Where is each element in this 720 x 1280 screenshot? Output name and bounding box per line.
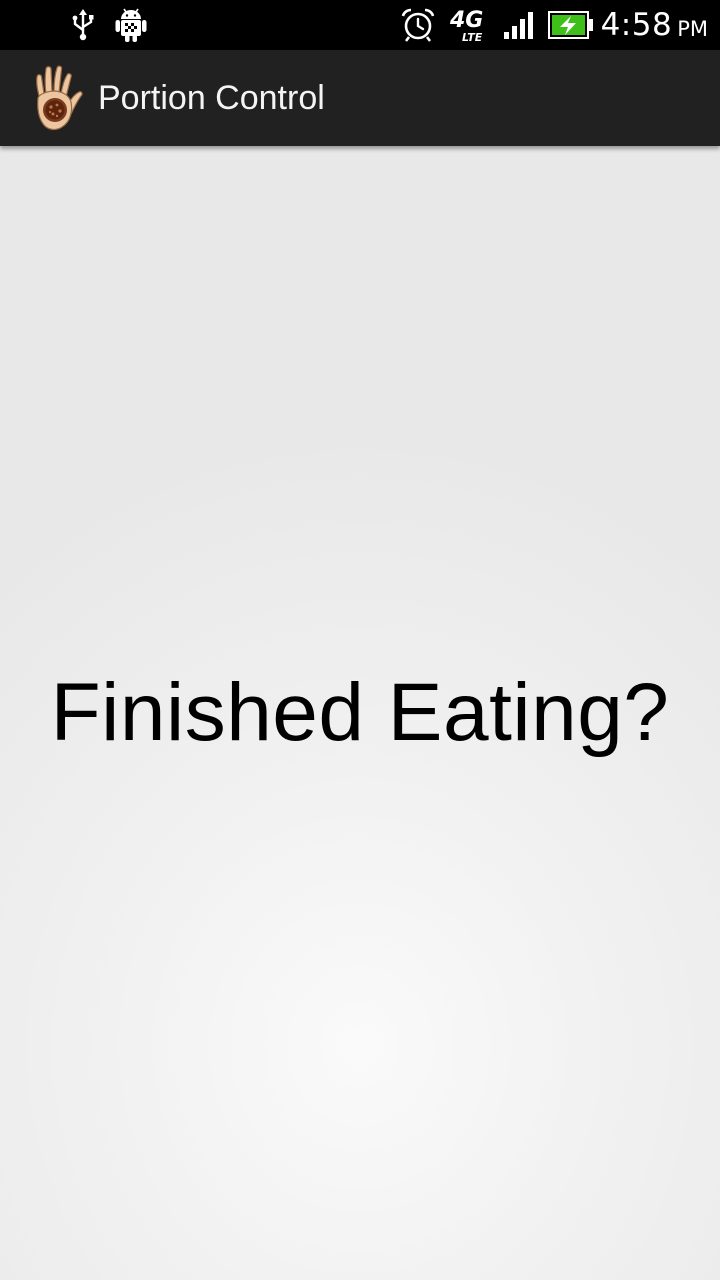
usb-icon bbox=[68, 0, 98, 50]
finished-eating-prompt[interactable]: Finished Eating? bbox=[0, 666, 720, 760]
clock-ampm: PM bbox=[677, 17, 708, 41]
status-bar: 4G LTE 4:58 PM bbox=[0, 0, 720, 50]
network-sublabel: LTE bbox=[462, 31, 483, 44]
network-label: 4G bbox=[449, 8, 483, 33]
hand-icon[interactable] bbox=[26, 64, 88, 134]
clock: 4:58 PM bbox=[601, 0, 708, 50]
lte-4g-icon: 4G LTE bbox=[448, 0, 492, 50]
app-title: Portion Control bbox=[98, 78, 325, 117]
android-debug-icon bbox=[114, 0, 148, 50]
action-bar: Portion Control bbox=[0, 50, 720, 146]
alarm-icon bbox=[400, 0, 438, 50]
clock-time: 4:58 bbox=[600, 7, 673, 43]
battery-charging-icon bbox=[548, 0, 596, 50]
signal-icon bbox=[502, 0, 538, 50]
main-content: Finished Eating? bbox=[0, 146, 720, 1280]
